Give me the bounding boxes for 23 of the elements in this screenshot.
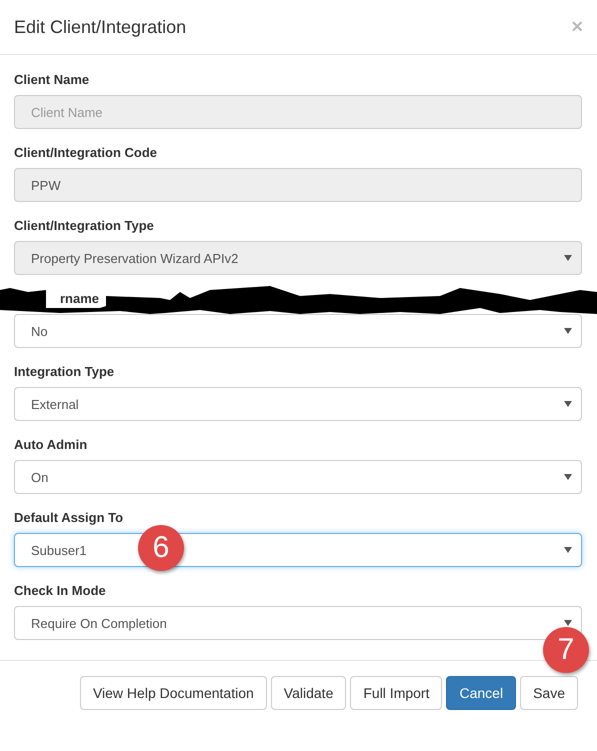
footer-button[interactable]: Full Import [350,676,442,710]
step-badge: 7 [543,627,589,673]
footer-button[interactable]: View Help Documentation [80,676,267,710]
select-dropdown[interactable]: No [14,314,582,348]
step-badge: 6 [138,525,184,571]
field-label: rname [59,290,100,307]
select-dropdown[interactable]: On [14,460,582,494]
select-dropdown[interactable]: External [14,387,582,421]
caret-icon [564,401,572,407]
field-label: Client/Integration Type [14,217,155,234]
caret-icon [564,328,572,334]
field-label: Client/Integration Code [14,144,158,161]
field-label: Auto Admin [14,436,88,453]
caret-icon [564,255,572,261]
field-label: Integration Type [14,363,116,380]
field-label: Check In Mode [14,582,107,599]
footer-button[interactable]: Validate [270,676,346,710]
field-label: Client Name [14,71,90,88]
dialog-title: Edit Client/Integration [14,16,186,38]
caret-icon [564,474,572,480]
cancel-button[interactable]: Cancel [446,676,516,710]
caret-icon [564,547,572,553]
field-label: Default Assign To [14,509,124,526]
